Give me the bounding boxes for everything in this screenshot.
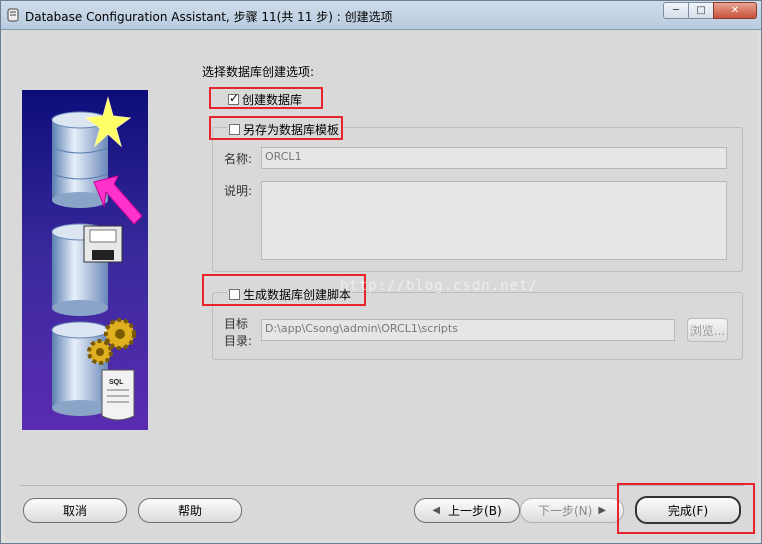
title-bar[interactable]: Database Configuration Assistant, 步骤 11(…	[1, 1, 761, 30]
back-button-label: 上一步(B)	[448, 504, 502, 518]
generate-scripts-checkbox[interactable]	[229, 289, 240, 300]
next-button-label: 下一步(N)	[537, 504, 593, 518]
target-directory-label-line2: 目录:	[224, 334, 253, 348]
next-button[interactable]: 下一步(N) ▶	[520, 498, 624, 523]
save-template-checkbox[interactable]	[229, 124, 240, 135]
maximize-button[interactable]: □	[688, 2, 714, 19]
browse-button[interactable]: 浏览...	[687, 318, 728, 342]
target-directory-label-line1: 目标	[224, 317, 249, 331]
save-template-option[interactable]: 另存为数据库模板	[227, 121, 342, 138]
wizard-illustration: SQL	[22, 90, 148, 430]
create-database-label: 创建数据库	[242, 93, 303, 107]
create-database-option[interactable]: 创建数据库	[228, 91, 302, 108]
cancel-button[interactable]: 取消	[23, 498, 127, 523]
template-name-field[interactable]: ORCL1	[261, 147, 727, 169]
generate-scripts-option[interactable]: 生成数据库创建脚本	[227, 286, 354, 303]
window-controls: ─ □ ✕	[663, 2, 757, 20]
sql-script-icon: SQL	[101, 369, 135, 421]
save-template-label: 另存为数据库模板	[243, 123, 340, 137]
target-directory-field[interactable]: D:\app\Csong\admin\ORCL1\scripts	[261, 319, 675, 341]
svg-text:SQL: SQL	[109, 379, 124, 386]
chevron-left-icon: ◀	[432, 505, 441, 516]
creation-options-prompt: 选择数据库创建选项:	[202, 65, 315, 79]
template-description-field[interactable]	[261, 181, 727, 260]
database-icon	[51, 321, 109, 416]
template-description-label: 说明:	[224, 184, 253, 198]
watermark-text: http://blog.csdn.net/	[340, 278, 539, 294]
help-button[interactable]: 帮助	[138, 498, 242, 523]
window-title: Database Configuration Assistant, 步骤 11(…	[25, 10, 393, 24]
minimize-button[interactable]: ─	[663, 2, 689, 19]
close-button[interactable]: ✕	[713, 2, 757, 19]
app-icon	[7, 8, 19, 22]
chevron-right-icon: ▶	[598, 505, 607, 516]
create-database-checkbox[interactable]	[228, 91, 239, 105]
finish-button[interactable]: 完成(F)	[635, 496, 741, 524]
template-name-label: 名称:	[224, 152, 253, 166]
dbca-window: Database Configuration Assistant, 步骤 11(…	[0, 0, 762, 544]
floppy-disk-icon	[83, 225, 123, 263]
back-button[interactable]: ◀ 上一步(B)	[414, 498, 520, 523]
generate-scripts-label: 生成数据库创建脚本	[243, 288, 352, 302]
wizard-content: SQL 选择数据库创建选项: 创建数据库 另存为数据库模板 名称: ORCL1 …	[5, 30, 757, 540]
